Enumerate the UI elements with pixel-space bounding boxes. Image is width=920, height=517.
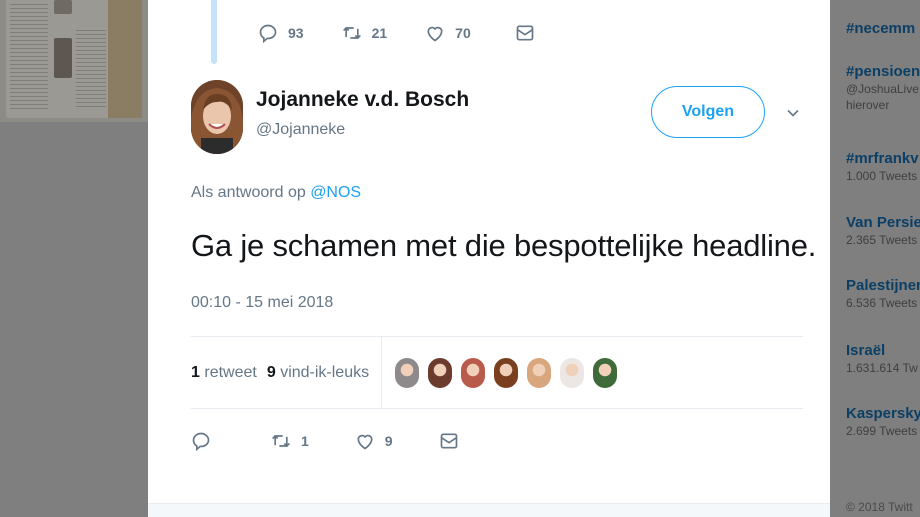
trend-count: 2.699 Tweets	[846, 424, 918, 438]
likes-label: vind-ik-leuks	[280, 363, 370, 381]
background-edge	[108, 0, 142, 118]
author-handle[interactable]: @Jojanneke	[256, 121, 345, 139]
envelope-icon	[440, 433, 457, 449]
like-button[interactable]: 70	[425, 23, 471, 43]
retweet-icon	[272, 434, 290, 448]
direct-message-button[interactable]	[439, 431, 459, 451]
trend-item[interactable]: Kaspersky 2.699 Tweets	[846, 405, 920, 438]
heart-icon	[357, 434, 373, 450]
trend-name: Palestijnen	[846, 277, 920, 294]
thread-connector-line	[211, 0, 217, 64]
retweet-button[interactable]: 1	[271, 431, 309, 451]
like-count: 9	[384, 433, 393, 449]
trend-count: 1.000 Tweets	[846, 169, 918, 183]
follow-button[interactable]: Volgen	[651, 86, 765, 138]
liker-avatar[interactable]	[592, 356, 619, 389]
trend-item[interactable]: Israël 1.631.614 Tw	[846, 342, 918, 375]
like-button[interactable]: 9	[355, 431, 393, 451]
background-article-thumbnail	[0, 0, 148, 122]
trend-item[interactable]: #mrfrankv 1.000 Tweets	[846, 150, 919, 183]
trend-item[interactable]: #necemm	[846, 20, 915, 37]
liker-avatar[interactable]	[526, 356, 553, 389]
author-avatar[interactable]	[191, 80, 243, 154]
retweet-icon	[342, 26, 361, 40]
divider	[191, 408, 803, 409]
retweets-label: retweet	[204, 363, 257, 381]
liker-avatar[interactable]	[427, 356, 454, 389]
liker-avatar[interactable]	[460, 356, 487, 389]
trend-name: Israël	[846, 342, 886, 359]
trend-name: #pensioen	[846, 63, 920, 80]
tweet-text: Ga je schamen met die bespottelijke head…	[191, 228, 817, 263]
reply-count: 93	[288, 25, 304, 41]
background-photo	[54, 38, 72, 78]
trend-item[interactable]: #pensioen @JoshuaLive hierover	[846, 63, 920, 112]
chevron-down-icon[interactable]	[785, 105, 801, 121]
reply-icon	[192, 432, 210, 451]
trend-context: @JoshuaLive	[846, 82, 919, 96]
tweet-actions: 1 9	[191, 431, 459, 451]
reply-button[interactable]	[191, 431, 211, 451]
trend-name: #necemm	[846, 20, 916, 37]
trend-count: 6.536 Tweets	[846, 296, 918, 310]
trend-count: 1.631.614 Tw	[846, 361, 918, 375]
tweet-stats: 1 retweet 9 vind-ik-leuks	[191, 337, 803, 408]
like-count: 70	[455, 25, 471, 41]
author-name[interactable]: Jojanneke v.d. Bosch	[256, 88, 469, 112]
background-text-column	[76, 30, 106, 110]
trend-name: Van Persie	[846, 214, 920, 231]
retweets-stat[interactable]: 1 retweet	[191, 364, 257, 382]
trend-name: #mrfrankv	[846, 150, 919, 167]
parent-tweet-actions: 93 21 70	[258, 23, 535, 43]
retweet-button[interactable]: 21	[342, 23, 388, 43]
tweet-timestamp[interactable]: 00:10 - 15 mei 2018	[191, 294, 333, 312]
liker-avatar[interactable]	[559, 356, 586, 389]
reply-context: Als antwoord op @NOS	[191, 184, 361, 202]
trend-count: 2.365 Tweets	[846, 233, 918, 247]
trend-context: hierover	[846, 98, 890, 112]
retweet-count: 21	[371, 25, 388, 41]
likes-count: 9	[266, 363, 276, 381]
retweets-count: 1	[191, 363, 200, 381]
avatar-photo	[191, 80, 243, 154]
background-page	[6, 0, 142, 118]
reply-icon	[259, 24, 277, 43]
envelope-icon	[516, 25, 534, 41]
trend-item[interactable]: Van Persie 2.365 Tweets	[846, 214, 920, 247]
footer-copyright: © 2018 Twitt	[846, 500, 913, 514]
likes-stat[interactable]: 9 vind-ik-leuks	[267, 364, 369, 382]
likers-avatars	[394, 356, 625, 389]
liker-avatar[interactable]	[394, 356, 421, 389]
stats-separator	[381, 337, 383, 408]
direct-message-button[interactable]	[515, 23, 535, 43]
trend-item[interactable]: Palestijnen 6.536 Tweets	[846, 277, 920, 310]
trend-name: Kaspersky	[846, 405, 920, 422]
heart-icon	[427, 26, 443, 42]
background-text-column	[10, 4, 48, 112]
retweet-count: 1	[301, 433, 309, 449]
reply-button[interactable]: 93	[258, 23, 304, 43]
reply-mention-link[interactable]: @NOS	[310, 184, 361, 201]
liker-avatar[interactable]	[493, 356, 520, 389]
background-photo	[54, 0, 72, 14]
trends-panel: #necemm #pensioen @JoshuaLive hierover #…	[830, 0, 920, 517]
reply-prefix: Als antwoord op	[191, 184, 306, 201]
tweet-modal: 93 21 70 Jojanneke v.d. Bosch @Jojanneke…	[148, 0, 830, 517]
modal-bottom-strip	[148, 503, 830, 517]
